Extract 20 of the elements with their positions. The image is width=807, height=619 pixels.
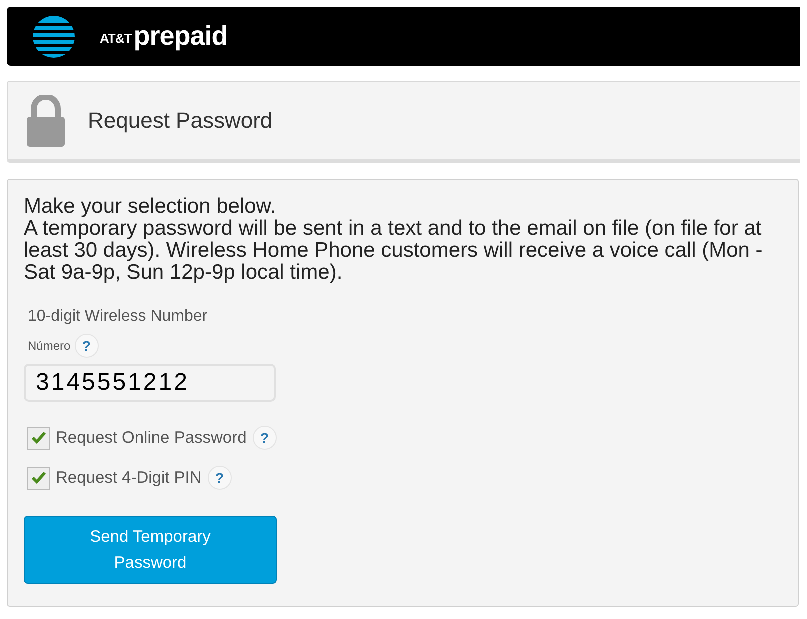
field-label: 10-digit Wireless Number xyxy=(28,308,209,326)
send-button[interactable]: Send Temporary Password xyxy=(24,516,277,584)
checkbox[interactable] xyxy=(27,426,50,450)
checkbox-label: Request Online Password xyxy=(56,428,247,448)
help-button[interactable]: ? xyxy=(74,334,99,358)
phone-number-field[interactable]: 3145551212 xyxy=(24,364,276,402)
product-name: prepaid xyxy=(134,21,228,52)
checkbox-label: Request 4-Digit PIN xyxy=(56,468,202,488)
padlock-icon xyxy=(26,94,66,146)
brand-name: AT&T xyxy=(100,31,132,46)
check-icon xyxy=(30,430,46,446)
page-title: Request Password xyxy=(88,108,273,134)
check-icon xyxy=(30,470,46,486)
description-text: A temporary password will be sent in a text and to the email on file (on file for at least 30 days). Wireless Home Phone customers will receive a voice call (Mon - Sat 9a-9p, Sun 12p-9p local time). xyxy=(24,218,764,284)
help-button[interactable]: ? xyxy=(252,426,277,450)
help-button[interactable]: ? xyxy=(208,466,232,490)
checkbox[interactable] xyxy=(27,466,50,490)
intro-text: Make your selection below. xyxy=(24,196,278,218)
globe-logo-icon xyxy=(32,14,76,58)
field-sublabel: Número xyxy=(28,339,71,353)
